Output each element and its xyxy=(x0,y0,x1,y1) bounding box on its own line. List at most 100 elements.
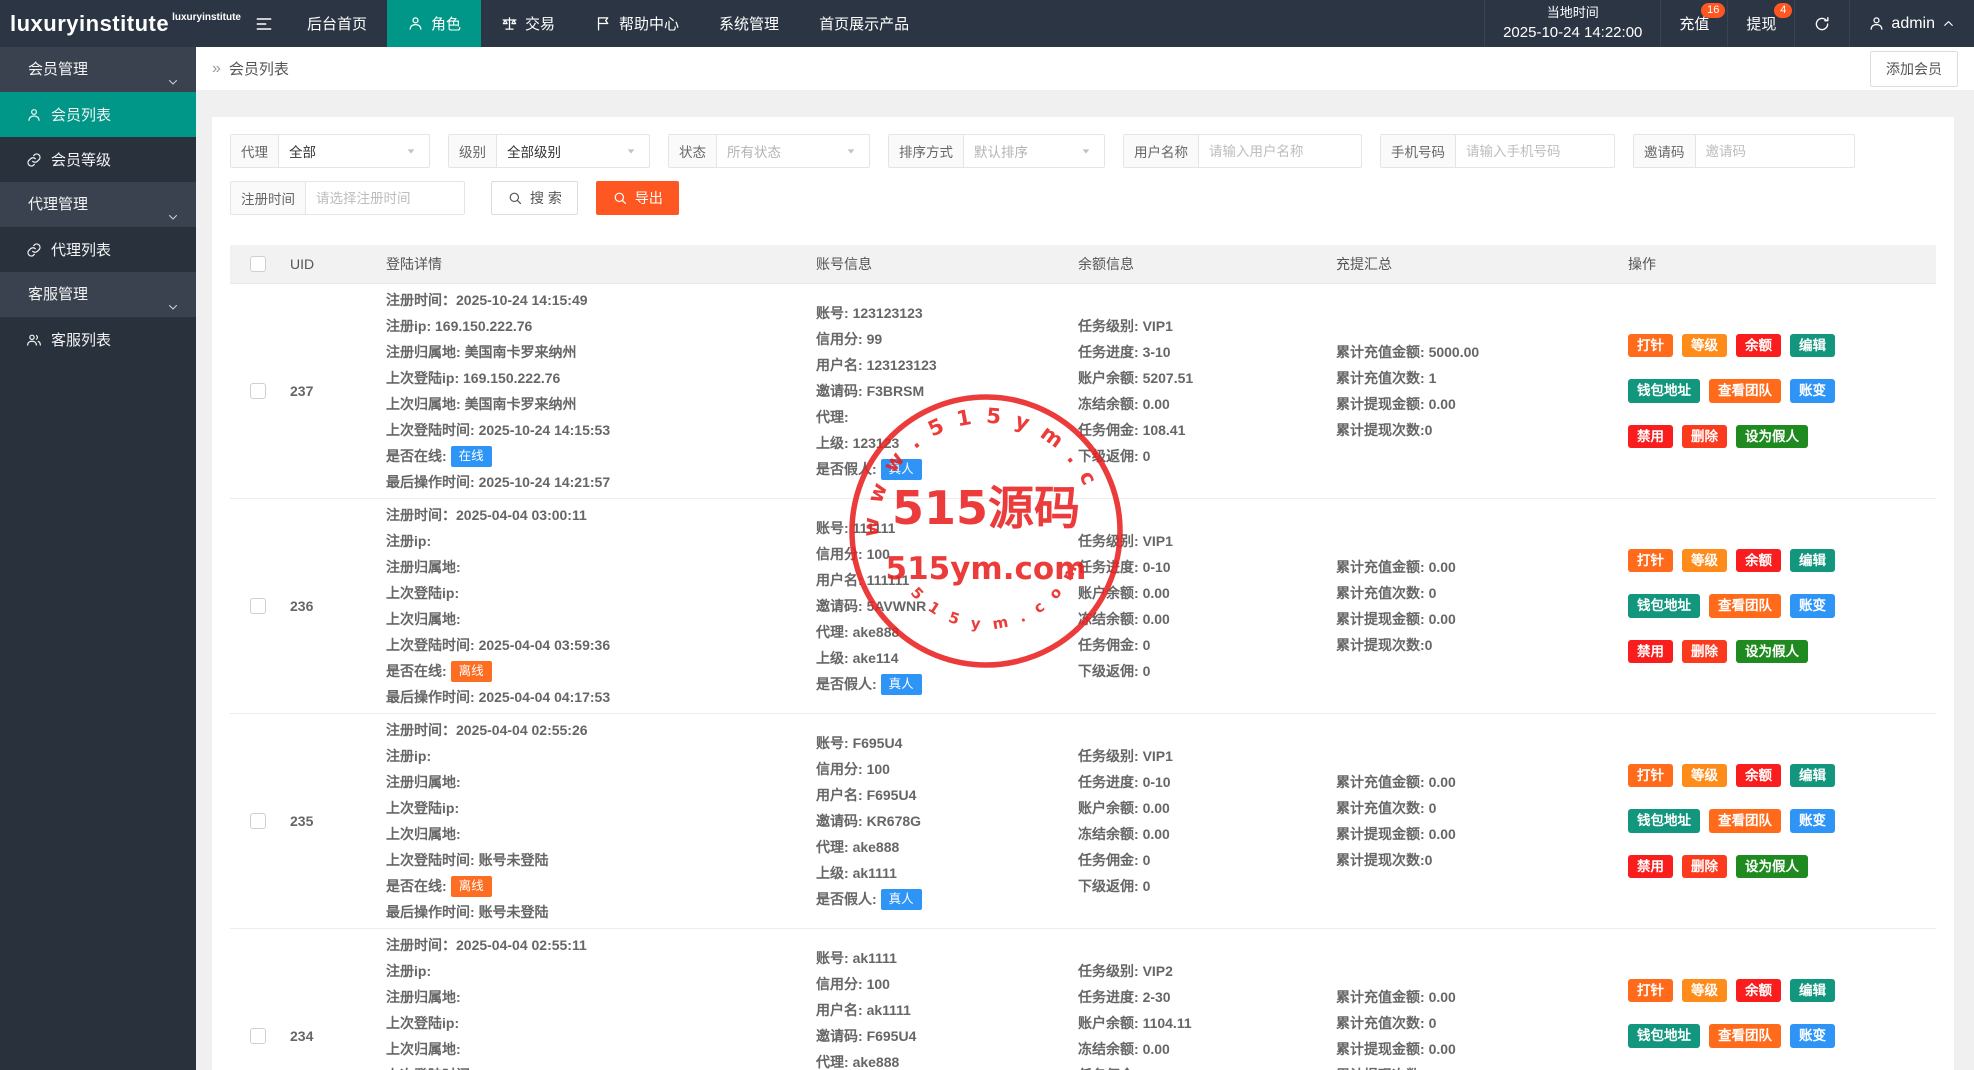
status-badge[interactable]: 真人 xyxy=(881,459,922,480)
op-设为假人-button[interactable]: 设为假人 xyxy=(1736,640,1808,664)
member-row-235: 235注册时间：2025-04-04 02:55:26注册ip: 注册归属地: … xyxy=(230,714,1936,929)
balance-info-cell: 任务级别: VIP1任务进度: 0-10账户余额: 0.00冻结余额: 0.00… xyxy=(1074,499,1332,713)
op-打针-button[interactable]: 打针 xyxy=(1628,334,1673,358)
filter-select[interactable]: 全部 xyxy=(279,135,429,167)
operations-cell: 打针等级余额编辑钱包地址查看团队账变禁用删除设为假人 xyxy=(1624,499,1936,713)
select-all-checkbox[interactable] xyxy=(250,256,266,272)
filter-input[interactable] xyxy=(1199,135,1361,167)
field-label: 下级返佣: xyxy=(1078,448,1143,464)
op-钱包地址-button[interactable]: 钱包地址 xyxy=(1628,379,1700,403)
export-button[interactable]: 导出 xyxy=(596,181,679,215)
login-line: 上次登陆时间: 2025-10-24 14:15:53 xyxy=(386,417,808,443)
account-line: 是否假人: 真人 xyxy=(816,456,1070,482)
filter-input[interactable] xyxy=(1696,135,1854,167)
sidebar-item-会员等级[interactable]: 会员等级 xyxy=(0,137,196,182)
op-打针-button[interactable]: 打针 xyxy=(1628,979,1673,1003)
nav-item-3[interactable]: 交易 xyxy=(481,0,575,47)
logo-text: luxuryinstitute xyxy=(10,11,169,37)
person-icon xyxy=(1868,15,1885,32)
op-编辑-button[interactable]: 编辑 xyxy=(1790,979,1835,1003)
row-checkbox[interactable] xyxy=(250,1028,266,1044)
row-checkbox[interactable] xyxy=(250,598,266,614)
field-label: 任务进度: xyxy=(1078,344,1143,360)
op-查看团队-button[interactable]: 查看团队 xyxy=(1709,1024,1781,1048)
user-menu[interactable]: admin xyxy=(1849,0,1974,47)
search-icon xyxy=(507,190,523,206)
row-checkbox[interactable] xyxy=(250,383,266,399)
field-label: 用户名: xyxy=(816,1002,867,1018)
nav-item-5[interactable]: 系统管理 xyxy=(699,0,799,47)
status-badge[interactable]: 真人 xyxy=(881,889,922,910)
op-余额-button[interactable]: 余额 xyxy=(1736,549,1781,573)
op-钱包地址-button[interactable]: 钱包地址 xyxy=(1628,809,1700,833)
top-nav: luxuryinstitute luxuryinstitute 后台首页角色交易… xyxy=(0,0,1974,47)
filter-select[interactable]: 默认排序 xyxy=(964,135,1104,167)
op-设为假人-button[interactable]: 设为假人 xyxy=(1736,855,1808,879)
op-禁用-button[interactable]: 禁用 xyxy=(1628,640,1673,664)
op-钱包地址-button[interactable]: 钱包地址 xyxy=(1628,594,1700,618)
withdraw-link[interactable]: 提现 4 xyxy=(1727,0,1794,47)
filter-select[interactable]: 所有状态 xyxy=(717,135,869,167)
op-查看团队-button[interactable]: 查看团队 xyxy=(1709,379,1781,403)
op-打针-button[interactable]: 打针 xyxy=(1628,764,1673,788)
op-设为假人-button[interactable]: 设为假人 xyxy=(1736,425,1808,449)
op-删除-button[interactable]: 删除 xyxy=(1682,425,1727,449)
login-line: 上次登陆时间: 账号未登陆 xyxy=(386,847,808,873)
status-badge[interactable]: 离线 xyxy=(451,661,492,682)
op-等级-button[interactable]: 等级 xyxy=(1682,549,1727,573)
op-查看团队-button[interactable]: 查看团队 xyxy=(1709,809,1781,833)
balance-line: 冻结余额: 0.00 xyxy=(1078,1036,1328,1062)
member-table: UID登陆详情账号信息余额信息充提汇总操作 237注册时间：2025-10-24… xyxy=(230,245,1936,1070)
op-等级-button[interactable]: 等级 xyxy=(1682,334,1727,358)
filter-input[interactable] xyxy=(1456,135,1614,167)
filter-select[interactable]: 全部级别 xyxy=(497,135,649,167)
filter-label: 代理 xyxy=(231,135,279,167)
status-badge[interactable]: 在线 xyxy=(451,446,492,467)
field-label: 任务佣金: xyxy=(1078,422,1143,438)
op-禁用-button[interactable]: 禁用 xyxy=(1628,425,1673,449)
sidebar-group-2[interactable]: 代理管理 xyxy=(0,182,196,227)
op-余额-button[interactable]: 余额 xyxy=(1736,334,1781,358)
op-编辑-button[interactable]: 编辑 xyxy=(1790,334,1835,358)
nav-item-1[interactable]: 后台首页 xyxy=(287,0,387,47)
op-账变-button[interactable]: 账变 xyxy=(1790,594,1835,618)
nav-item-2[interactable]: 角色 xyxy=(387,0,481,47)
refresh-button[interactable] xyxy=(1794,0,1849,47)
op-账变-button[interactable]: 账变 xyxy=(1790,1024,1835,1048)
account-line: 上级: ak1111 xyxy=(816,860,1070,886)
nav-item-6[interactable]: 首页展示产品 xyxy=(799,0,929,47)
field-value: 123123123 xyxy=(853,305,923,321)
status-badge[interactable]: 真人 xyxy=(881,674,922,695)
op-钱包地址-button[interactable]: 钱包地址 xyxy=(1628,1024,1700,1048)
account-line: 是否假人: 真人 xyxy=(816,671,1070,697)
status-badge[interactable]: 离线 xyxy=(451,876,492,897)
op-余额-button[interactable]: 余额 xyxy=(1736,764,1781,788)
op-编辑-button[interactable]: 编辑 xyxy=(1790,764,1835,788)
app-logo: luxuryinstitute luxuryinstitute xyxy=(0,0,241,47)
op-账变-button[interactable]: 账变 xyxy=(1790,809,1835,833)
nav-item-4[interactable]: 帮助中心 xyxy=(575,0,699,47)
op-账变-button[interactable]: 账变 xyxy=(1790,379,1835,403)
balance-info-cell: 任务级别: VIP2任务进度: 2-30账户余额: 1104.11冻结余额: 0… xyxy=(1074,929,1332,1070)
op-编辑-button[interactable]: 编辑 xyxy=(1790,549,1835,573)
sidebar-collapse-button[interactable] xyxy=(241,0,287,47)
op-删除-button[interactable]: 删除 xyxy=(1682,640,1727,664)
op-查看团队-button[interactable]: 查看团队 xyxy=(1709,594,1781,618)
add-member-button[interactable]: 添加会员 xyxy=(1870,51,1958,87)
field-value: 0.00 xyxy=(1429,774,1456,790)
search-button[interactable]: 搜 索 xyxy=(491,181,578,215)
row-checkbox[interactable] xyxy=(250,813,266,829)
op-删除-button[interactable]: 删除 xyxy=(1682,855,1727,879)
op-等级-button[interactable]: 等级 xyxy=(1682,979,1727,1003)
op-打针-button[interactable]: 打针 xyxy=(1628,549,1673,573)
sidebar-group-1[interactable]: 会员管理 xyxy=(0,47,196,92)
filter-input[interactable] xyxy=(306,182,464,214)
op-等级-button[interactable]: 等级 xyxy=(1682,764,1727,788)
sidebar-group-3[interactable]: 客服管理 xyxy=(0,272,196,317)
op-余额-button[interactable]: 余额 xyxy=(1736,979,1781,1003)
field-value: 0 xyxy=(1143,637,1151,653)
op-禁用-button[interactable]: 禁用 xyxy=(1628,855,1673,879)
account-line: 用户名: 123123123 xyxy=(816,352,1070,378)
recharge-link[interactable]: 充值 16 xyxy=(1660,0,1727,47)
field-label: 冻结余额: xyxy=(1078,826,1143,842)
